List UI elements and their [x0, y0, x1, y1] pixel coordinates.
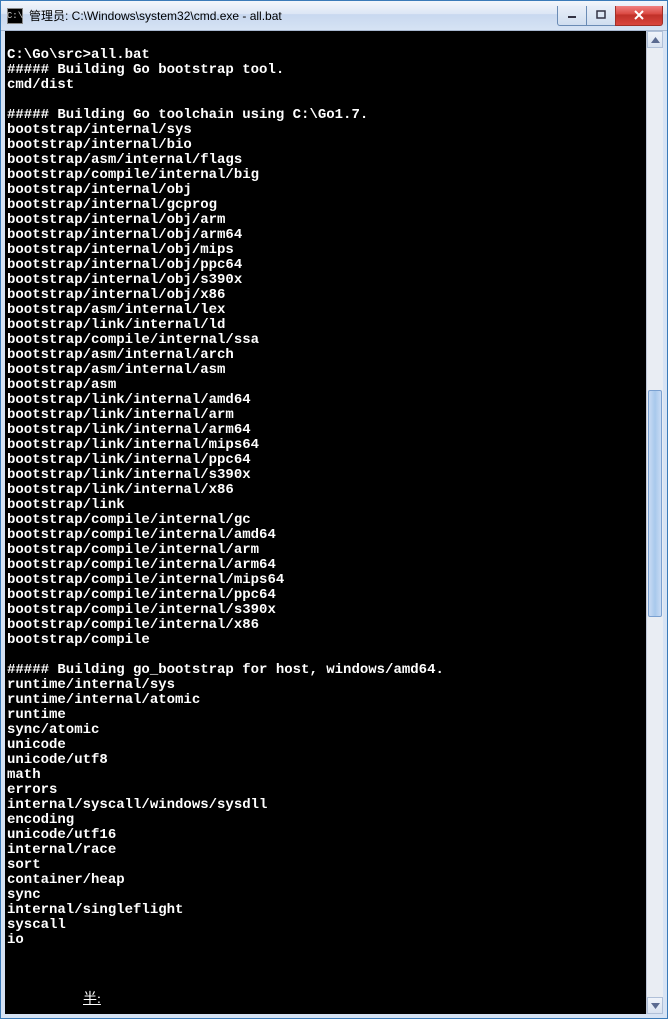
output-line: bootstrap/internal/sys	[7, 122, 192, 138]
vertical-scrollbar[interactable]	[646, 31, 663, 1014]
output-line: runtime/internal/atomic	[7, 692, 200, 708]
titlebar[interactable]: C:\ 管理员: C:\Windows\system32\cmd.exe - a…	[1, 1, 667, 31]
output-line: cmd/dist	[7, 77, 74, 93]
scroll-up-button[interactable]	[647, 31, 663, 48]
output-line: C:\Go\src>all.bat	[7, 47, 150, 63]
ime-composition[interactable]: 半:	[83, 988, 101, 1008]
output-heading: ##### Building go_bootstrap for host, wi…	[7, 662, 444, 678]
scrollbar-track[interactable]	[647, 48, 663, 997]
output-line: bootstrap/link/internal/arm	[7, 407, 234, 423]
output-line: sort	[7, 857, 41, 873]
output-line: bootstrap/internal/obj/arm64	[7, 227, 242, 243]
output-line: bootstrap/asm/internal/arch	[7, 347, 234, 363]
output-line: math	[7, 767, 41, 783]
output-line: unicode/utf8	[7, 752, 108, 768]
output-line: bootstrap/internal/gcprog	[7, 197, 217, 213]
output-line: internal/race	[7, 842, 116, 858]
output-line: bootstrap/link/internal/ld	[7, 317, 225, 333]
output-line: internal/singleflight	[7, 902, 183, 918]
window-title: 管理员: C:\Windows\system32\cmd.exe - all.b…	[29, 7, 558, 24]
output-line: bootstrap/internal/obj/s390x	[7, 272, 242, 288]
command-prompt-window: C:\ 管理员: C:\Windows\system32\cmd.exe - a…	[0, 0, 668, 1019]
output-line: bootstrap/compile/internal/arm	[7, 542, 259, 558]
scroll-down-button[interactable]	[647, 997, 663, 1014]
output-line: bootstrap/link/internal/mips64	[7, 437, 259, 453]
output-line: bootstrap/internal/obj	[7, 182, 192, 198]
output-line: bootstrap/compile/internal/x86	[7, 617, 259, 633]
output-line: bootstrap/compile/internal/ppc64	[7, 587, 276, 603]
output-line: bootstrap/link/internal/x86	[7, 482, 234, 498]
chevron-down-icon	[651, 1003, 660, 1009]
output-line: bootstrap/asm/internal/flags	[7, 152, 242, 168]
chevron-up-icon	[651, 37, 660, 43]
output-line: bootstrap/compile/internal/ssa	[7, 332, 259, 348]
output-line: bootstrap/compile	[7, 632, 150, 648]
output-line: bootstrap/compile/internal/arm64	[7, 557, 276, 573]
output-heading: ##### Building Go toolchain using C:\Go1…	[7, 107, 368, 123]
output-line: bootstrap/asm	[7, 377, 116, 393]
minimize-button[interactable]	[557, 6, 587, 26]
output-line: unicode/utf16	[7, 827, 116, 843]
output-line: bootstrap/link/internal/amd64	[7, 392, 251, 408]
output-line: errors	[7, 782, 57, 798]
output-line: bootstrap/compile/internal/amd64	[7, 527, 276, 543]
output-line: bootstrap/internal/obj/mips	[7, 242, 234, 258]
output-line: runtime/internal/sys	[7, 677, 175, 693]
output-line: bootstrap/link/internal/s390x	[7, 467, 251, 483]
output-line: container/heap	[7, 872, 125, 888]
output-line: bootstrap/asm/internal/lex	[7, 302, 225, 318]
output-line: io	[7, 932, 24, 948]
output-line: bootstrap/compile/internal/mips64	[7, 572, 284, 588]
maximize-button[interactable]	[586, 6, 616, 26]
window-controls	[558, 6, 663, 26]
close-button[interactable]	[615, 6, 663, 26]
output-line: bootstrap/internal/obj/arm	[7, 212, 225, 228]
output-line: bootstrap/link/internal/ppc64	[7, 452, 251, 468]
output-line: bootstrap/asm/internal/asm	[7, 362, 225, 378]
output-line: runtime	[7, 707, 66, 723]
output-line: bootstrap/link	[7, 497, 125, 513]
output-line: bootstrap/compile/internal/gc	[7, 512, 251, 528]
close-icon	[633, 10, 645, 20]
output-heading: ##### Building Go bootstrap tool.	[7, 62, 284, 78]
maximize-icon	[596, 10, 606, 20]
output-line: sync/atomic	[7, 722, 99, 738]
output-line: sync	[7, 887, 41, 903]
output-line: bootstrap/link/internal/arm64	[7, 422, 251, 438]
output-line: syscall	[7, 917, 66, 933]
console-output[interactable]: C:\Go\src>all.bat ##### Building Go boot…	[5, 31, 646, 1014]
minimize-icon	[567, 10, 577, 20]
output-line: bootstrap/internal/obj/x86	[7, 287, 225, 303]
cmd-icon: C:\	[7, 8, 23, 24]
output-line: bootstrap/internal/obj/ppc64	[7, 257, 242, 273]
output-line: bootstrap/internal/bio	[7, 137, 192, 153]
output-line: unicode	[7, 737, 66, 753]
scrollbar-thumb[interactable]	[648, 390, 662, 618]
output-line: bootstrap/compile/internal/big	[7, 167, 259, 183]
output-line: bootstrap/compile/internal/s390x	[7, 602, 276, 618]
output-line: internal/syscall/windows/sysdll	[7, 797, 267, 813]
output-line: encoding	[7, 812, 74, 828]
console-area: C:\Go\src>all.bat ##### Building Go boot…	[1, 31, 667, 1018]
